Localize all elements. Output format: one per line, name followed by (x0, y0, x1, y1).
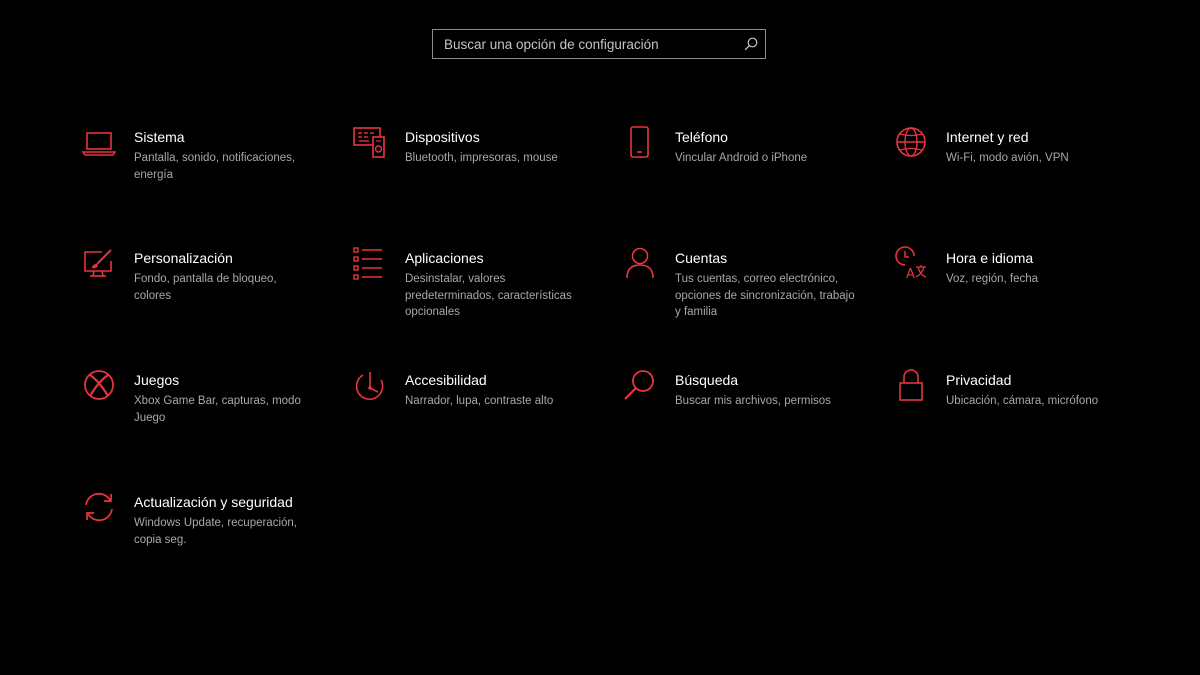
tile-privacidad[interactable]: Privacidad Ubicación, cámara, micrófono (892, 367, 1142, 467)
tile-title: Hora e idioma (946, 250, 1034, 266)
apps-list-icon (351, 245, 389, 283)
tile-description: Fondo, pantalla de bloqueo, colores (134, 273, 277, 302)
tile-telefono[interactable]: Teléfono Vincular Android o iPhone (621, 124, 871, 224)
tile-description: Wi-Fi, modo avión, VPN (946, 152, 1069, 164)
tile-dispositivos[interactable]: Dispositivos Bluetooth, impresoras, mous… (351, 124, 601, 224)
paint-icon (80, 245, 118, 283)
tile-hora-e-idioma[interactable]: A Hora e idioma Voz, región, fecha (892, 245, 1142, 345)
settings-search-input[interactable] (433, 30, 733, 58)
tile-description: Voz, región, fecha (946, 273, 1039, 285)
tile-description: Ubicación, cámara, micrófono (946, 395, 1099, 407)
tile-busqueda[interactable]: Búsqueda Buscar mis archivos, permisos (621, 367, 871, 467)
search-icon (621, 367, 659, 405)
tile-title: Sistema (134, 129, 185, 145)
tile-title: Aplicaciones (405, 250, 484, 266)
tile-title: Dispositivos (405, 129, 480, 145)
tile-title: Búsqueda (675, 372, 739, 388)
tile-description: Xbox Game Bar, capturas, modo Juego (134, 395, 301, 424)
person-icon (621, 245, 659, 283)
tile-juegos[interactable]: Juegos Xbox Game Bar, capturas, modo Jue… (80, 367, 330, 467)
tile-personalizacion[interactable]: Personalización Fondo, pantalla de bloqu… (80, 245, 330, 345)
tile-title: Accesibilidad (405, 372, 487, 388)
search-icon[interactable] (743, 36, 759, 52)
phone-icon (621, 124, 659, 162)
tile-title: Privacidad (946, 372, 1012, 388)
tile-description: Narrador, lupa, contraste alto (405, 395, 554, 407)
accessibility-icon (351, 367, 389, 405)
tile-description: Tus cuentas, correo electrónico, opcione… (675, 273, 855, 318)
settings-search-box[interactable] (432, 29, 766, 59)
lock-icon (892, 367, 930, 405)
update-icon (80, 489, 118, 527)
tile-title: Personalización (134, 250, 233, 266)
tile-description: Desinstalar, valores predeterminados, ca… (405, 273, 572, 318)
tile-title: Actualización y seguridad (134, 494, 293, 510)
time-language-icon: A (892, 245, 930, 283)
tile-title: Teléfono (675, 129, 728, 145)
tile-actualizacion-y-seguridad[interactable]: Actualización y seguridad Windows Update… (80, 489, 330, 589)
xbox-icon (80, 367, 118, 405)
tile-description: Bluetooth, impresoras, mouse (405, 152, 558, 164)
tile-title: Internet y red (946, 129, 1029, 145)
tile-description: Buscar mis archivos, permisos (675, 395, 831, 407)
tile-accesibilidad[interactable]: Accesibilidad Narrador, lupa, contraste … (351, 367, 601, 467)
devices-icon (351, 124, 389, 162)
tile-cuentas[interactable]: Cuentas Tus cuentas, correo electrónico,… (621, 245, 871, 345)
tile-title: Cuentas (675, 250, 728, 266)
laptop-icon (80, 124, 118, 162)
svg-text:A: A (906, 267, 915, 282)
tile-internet-y-red[interactable]: Internet y red Wi-Fi, modo avión, VPN (892, 124, 1142, 224)
tile-description: Windows Update, recuperación, copia seg. (134, 517, 297, 546)
tile-sistema[interactable]: Sistema Pantalla, sonido, notificaciones… (80, 124, 330, 224)
tile-title: Juegos (134, 372, 180, 388)
globe-icon (892, 124, 930, 162)
tile-aplicaciones[interactable]: Aplicaciones Desinstalar, valores predet… (351, 245, 601, 345)
tile-description: Vincular Android o iPhone (675, 152, 808, 164)
tile-description: Pantalla, sonido, notificaciones, energí… (134, 152, 296, 181)
